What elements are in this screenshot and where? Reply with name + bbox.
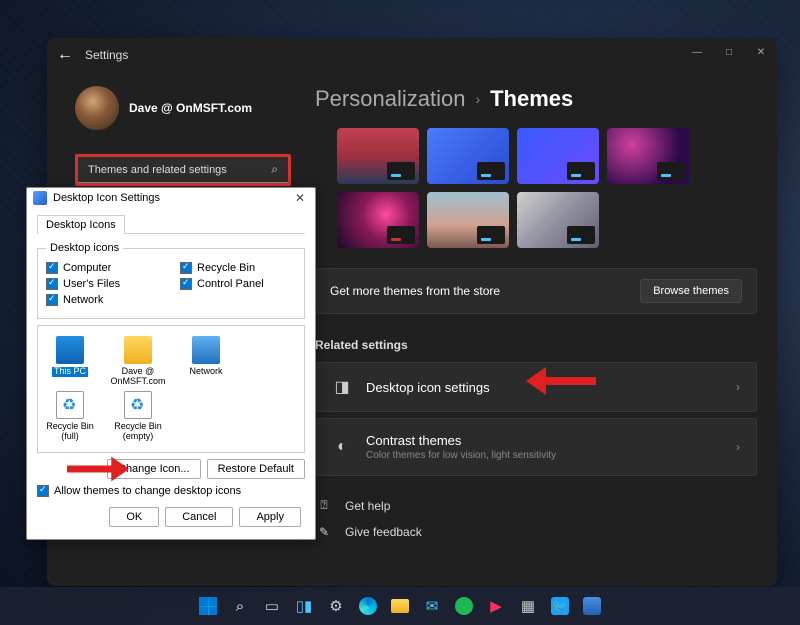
taskbar: ⌕ ▭ ▯▮ ⚙ ✉ ▶ ▦ 🐦 — [0, 587, 800, 625]
desktop-icon-settings-dialog: Desktop Icon Settings ✕ Desktop Icons De… — [26, 187, 316, 540]
annotation-arrow-icon — [526, 367, 596, 395]
profile-block[interactable]: Dave @ OnMSFT.com — [75, 86, 291, 130]
apply-button[interactable]: Apply — [239, 507, 301, 527]
allow-themes-label: Allow themes to change desktop icons — [54, 485, 241, 497]
close-button[interactable]: ✕ — [745, 38, 777, 66]
dialog-close-button[interactable]: ✕ — [291, 191, 309, 205]
search-text: Themes and related settings — [88, 164, 227, 176]
checkbox-icon — [37, 485, 49, 497]
app-icon[interactable] — [578, 592, 606, 620]
spotify-icon[interactable] — [450, 592, 478, 620]
edge-icon[interactable] — [354, 592, 382, 620]
minimize-button[interactable]: — — [681, 38, 713, 66]
icon-recycle-bin-full[interactable]: Recycle Bin (full) — [44, 391, 96, 442]
check-users-files[interactable]: User's Files — [46, 278, 162, 290]
get-help-link[interactable]: ⍰ Get help — [315, 492, 757, 519]
feedback-label: Give feedback — [345, 525, 422, 539]
icon-recycle-bin-empty[interactable]: Recycle Bin (empty) — [112, 391, 164, 442]
settings-content: Personalization › Themes Get more themes… — [315, 72, 757, 545]
chevron-right-icon: › — [736, 440, 740, 454]
contrast-desc: Color themes for low vision, light sensi… — [366, 450, 722, 461]
widgets-icon[interactable]: ▯▮ — [290, 592, 318, 620]
breadcrumb-themes: Themes — [490, 86, 573, 112]
icon-this-pc[interactable]: This PC — [44, 336, 96, 387]
chevron-right-icon: › — [736, 380, 740, 394]
cancel-button[interactable]: Cancel — [165, 507, 233, 527]
play-icon[interactable]: ▶ — [482, 592, 510, 620]
help-icon: ⍰ — [315, 498, 333, 513]
related-settings-header: Related settings — [315, 338, 757, 352]
check-control-panel[interactable]: Control Panel — [180, 278, 296, 290]
check-computer[interactable]: Computer — [46, 262, 162, 274]
theme-thumbnail[interactable] — [427, 128, 509, 184]
dialog-title: Desktop Icon Settings — [53, 192, 285, 204]
search-icon: ⌕ — [271, 162, 278, 177]
help-links: ⍰ Get help ✎ Give feedback — [315, 492, 757, 545]
calendar-icon[interactable]: ▦ — [514, 592, 542, 620]
icon-preview-box: This PC Dave @ OnMSFT.com Network Recycl… — [37, 325, 305, 453]
get-help-label: Get help — [345, 499, 390, 513]
window-controls: — □ ✕ — [681, 38, 777, 66]
store-prompt-row: Get more themes from the store Browse th… — [315, 268, 757, 314]
start-button[interactable] — [194, 592, 222, 620]
icon-network[interactable]: Network — [180, 336, 232, 387]
ok-button[interactable]: OK — [109, 507, 159, 527]
theme-thumbnail[interactable] — [337, 192, 419, 248]
search-box-highlight: Themes and related settings ⌕ — [75, 154, 291, 186]
explorer-icon[interactable] — [386, 592, 414, 620]
checkbox-icon — [180, 278, 192, 290]
search-input[interactable]: Themes and related settings ⌕ — [78, 157, 288, 183]
search-taskbar-icon[interactable]: ⌕ — [226, 592, 254, 620]
dialog-titlebar[interactable]: Desktop Icon Settings ✕ — [27, 188, 315, 208]
contrast-title: Contrast themes — [366, 433, 722, 448]
theme-thumbnail[interactable] — [427, 192, 509, 248]
twitter-icon[interactable]: 🐦 — [546, 592, 574, 620]
chevron-right-icon: › — [475, 91, 480, 107]
store-prompt-text: Get more themes from the store — [330, 284, 500, 298]
check-network[interactable]: Network — [46, 294, 162, 306]
settings-taskbar-icon[interactable]: ⚙ — [322, 592, 350, 620]
profile-name: Dave @ OnMSFT.com — [129, 101, 252, 115]
dialog-app-icon — [33, 191, 47, 205]
task-view-icon[interactable]: ▭ — [258, 592, 286, 620]
icon-user-folder[interactable]: Dave @ OnMSFT.com — [112, 336, 164, 387]
checkbox-icon — [46, 278, 58, 290]
fieldset-legend: Desktop icons — [46, 242, 123, 254]
app-title: Settings — [85, 48, 128, 62]
settings-header: ← Settings — [47, 38, 777, 72]
theme-thumbnail[interactable] — [607, 128, 689, 184]
checkbox-icon — [46, 262, 58, 274]
contrast-icon: ◐ — [332, 437, 352, 457]
give-feedback-link[interactable]: ✎ Give feedback — [315, 519, 757, 545]
allow-themes-checkbox[interactable]: Allow themes to change desktop icons — [37, 485, 305, 497]
back-arrow-icon[interactable]: ← — [57, 46, 73, 64]
desktop-icon-icon: ◨ — [332, 377, 352, 397]
contrast-themes-row[interactable]: ◐ Contrast themes Color themes for low v… — [315, 418, 757, 476]
desktop-icons-fieldset: Desktop icons Computer User's Files Netw… — [37, 242, 305, 319]
theme-thumbnail[interactable] — [337, 128, 419, 184]
maximize-button[interactable]: □ — [713, 38, 745, 66]
dialog-tabs: Desktop Icons — [37, 214, 305, 234]
restore-default-button[interactable]: Restore Default — [207, 459, 305, 479]
check-recycle-bin[interactable]: Recycle Bin — [180, 262, 296, 274]
breadcrumb-personalization[interactable]: Personalization — [315, 86, 465, 112]
theme-thumbnail[interactable] — [517, 192, 599, 248]
mail-icon[interactable]: ✉ — [418, 592, 446, 620]
browse-themes-button[interactable]: Browse themes — [640, 279, 742, 303]
avatar — [75, 86, 119, 130]
theme-thumbnail[interactable] — [517, 128, 599, 184]
theme-grid — [337, 128, 757, 248]
tab-desktop-icons[interactable]: Desktop Icons — [37, 215, 125, 234]
annotation-arrow-icon — [67, 455, 129, 483]
checkbox-icon — [180, 262, 192, 274]
breadcrumb: Personalization › Themes — [315, 86, 757, 112]
checkbox-icon — [46, 294, 58, 306]
desktop-icon-settings-row[interactable]: ◨ Desktop icon settings › — [315, 362, 757, 412]
feedback-icon: ✎ — [315, 525, 333, 539]
